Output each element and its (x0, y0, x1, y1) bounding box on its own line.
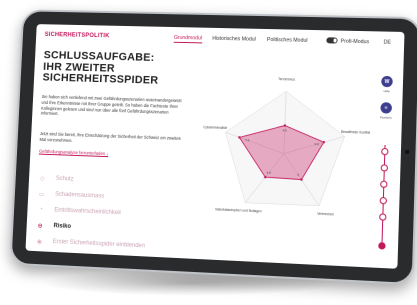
timeline-step-4[interactable] (379, 196, 388, 205)
timeline-step-1[interactable] (381, 147, 389, 156)
tab-politisches-modul[interactable]: Politisches Modul (267, 37, 308, 44)
menu-item-label: Schutz (55, 175, 74, 183)
damage-icon: ▭ (38, 191, 45, 198)
profi-mode-toggle[interactable] (326, 37, 338, 44)
app-screen: SICHERHEITSPOLITIK Grundmodul Historisch… (25, 24, 405, 269)
tab-historisches-modul[interactable]: Historisches Modul (212, 36, 256, 43)
help-button[interactable]: W (381, 75, 393, 88)
risk-icon: ⊖ (37, 222, 43, 230)
radar-value-label: 4.5 (283, 128, 288, 132)
shield-icon: ◇ (40, 175, 45, 182)
scenario-menu: ◇ Schutz ▭ Schadensausmass ◔ Eintrittswa… (34, 170, 194, 256)
brand-logo[interactable]: SICHERHEITSPOLITIK (45, 32, 110, 39)
tab-grundmodul[interactable]: Grundmodul (173, 34, 203, 44)
menu-item-label: Eintrittswahrscheinlichkeit (54, 207, 122, 217)
timeline-step-3[interactable] (380, 180, 388, 189)
radar-axis-label: Terrorismus (278, 77, 295, 82)
radar-axis-label: Bewaffneter Konflikt (341, 130, 370, 135)
menu-item-label: Erster Sicherheitsspider einblenden (52, 239, 146, 250)
timeline-step-current[interactable] (378, 242, 386, 250)
radar-axis-label: Naturkatastrophen und Notlagen (215, 207, 262, 213)
summary-label: Fazitinfo (379, 115, 392, 120)
help-label: Hilfe (383, 89, 390, 94)
radar-value-label: 6.6 (314, 142, 319, 146)
menu-item-label: Schadensausmass (54, 191, 105, 200)
camera-icon (405, 149, 410, 155)
intro-paragraph: Sie haben sich vertiefend mit zwei Gefäh… (40, 94, 182, 117)
scene: SICHERHEITSPOLITIK Grundmodul Historisch… (0, 0, 417, 305)
menu-item-label: Risiko (53, 223, 72, 230)
profi-mode-label: Profi-Modus (340, 38, 370, 46)
tablet-device: SICHERHEITSPOLITIK Grundmodul Historisch… (9, 9, 417, 286)
language-selector[interactable]: DE (383, 40, 391, 46)
timeline-step-5[interactable] (379, 213, 387, 221)
security-spider-chart: Terrorismus Bewaffneter Konflikt Verbreche… (203, 77, 370, 217)
radar-axis-label: Cyberkriminalität (203, 125, 227, 130)
radar-value-label: 7.6 (245, 138, 250, 142)
eye-icon: ◉ (36, 238, 42, 245)
radar-value-label: 4.8 (266, 171, 271, 175)
page-title: SCHLUSSAUFGABE: IHR ZWEITER SICHERHEITSS… (42, 49, 198, 88)
instruction-paragraph: Jetzt sind Sie bereit, Ihre Einschätzung… (39, 131, 181, 143)
download-analysis-link[interactable]: Gefährdungsanalyse herunterladen ↓ (38, 148, 109, 158)
radar-axis-label: Verbrechen (317, 212, 334, 217)
summary-button[interactable]: ≡ (380, 102, 393, 114)
timeline-step-2[interactable] (380, 164, 389, 172)
probability-icon: ◔ (39, 206, 43, 213)
